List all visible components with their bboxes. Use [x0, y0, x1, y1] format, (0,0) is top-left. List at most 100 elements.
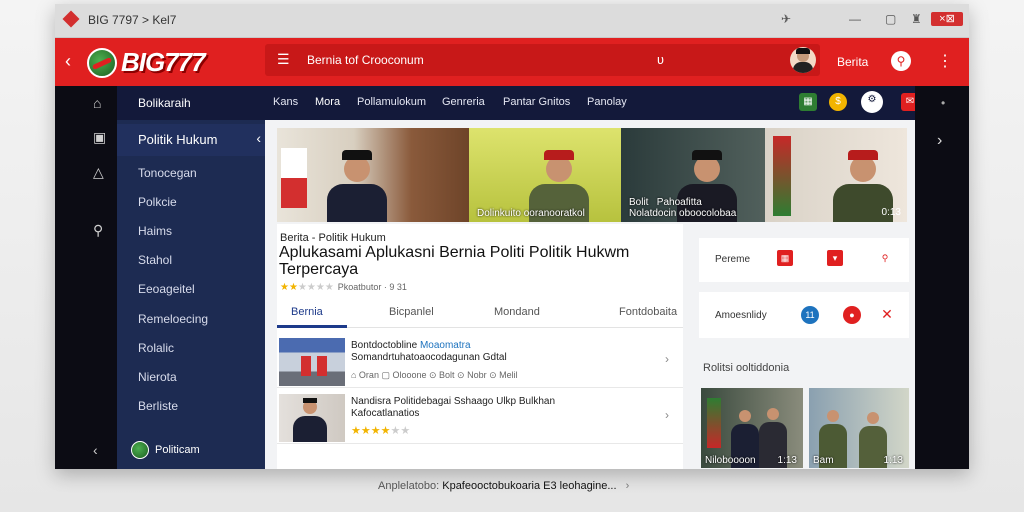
tab-bicpanlel[interactable]: Bicpanlel [389, 306, 434, 318]
flag-icon [281, 148, 307, 208]
list-item-meta: ⌂ Oran ▢ Olooone ⊙ Bolt ⊙ Nobr ⊙ Melil [351, 370, 518, 380]
avatar[interactable] [790, 47, 816, 73]
nav-item[interactable]: Kans [273, 96, 298, 108]
caption-text: Kpafeooctobukoaria E3 leohagine... [442, 480, 617, 492]
carousel-slide[interactable]: Dolinkuito ooranooratkol [469, 128, 621, 222]
list-item-subtitle: Kafocatlanatios [351, 408, 420, 419]
back-arrow-icon[interactable]: ‹ [65, 51, 71, 72]
bottom-caption[interactable]: Anplelatobo: Kpafeooctobukoaria E3 leoha… [378, 480, 629, 492]
logo-ball-icon [87, 47, 117, 78]
search-icon[interactable]: ⚲ [877, 250, 893, 266]
logo-ball-icon [131, 441, 149, 459]
top-nav: Kans Mora Pollamulokum Genreria Pantar G… [265, 86, 963, 120]
list-item[interactable]: Nandisra Politidebagai Sshaago Ulkp Bulk… [277, 392, 683, 444]
nav-item[interactable]: Pantar Gnitos [503, 96, 570, 108]
chevron-right-icon[interactable]: › [665, 352, 669, 366]
related-caption: Bam [813, 455, 834, 466]
list-item-title: Nandisra Politidebagai Sshaago Ulkp Bulk… [351, 396, 556, 407]
tab-mondand[interactable]: Mondand [494, 306, 540, 318]
mic-icon[interactable]: ʋ [657, 52, 664, 67]
widget-amoesnlidy[interactable]: Amoesnlidy 11 ● ✕ [699, 292, 909, 338]
article-tabs: Bernia Bicpanlel Mondand Fontdobaita [277, 294, 683, 328]
dot-icon: • [941, 96, 946, 110]
pin-icon[interactable]: ✈ [781, 12, 791, 26]
search-icon[interactable]: ⚲ [891, 51, 911, 71]
content-area: Dolinkuito ooranooratkol Bolit Pahoafitt… [265, 120, 915, 469]
slide-caption: Dolinkuito ooranooratkol [477, 208, 585, 219]
nav-item[interactable]: Panolay [587, 96, 627, 108]
chevron-right-icon[interactable]: › [665, 408, 669, 422]
carousel-slide[interactable]: 0:13 [765, 128, 907, 222]
related-count: 1:13 [777, 455, 797, 466]
flag-icon[interactable]: ▦ [799, 93, 817, 111]
minimize-button[interactable]: — [849, 12, 861, 26]
widget-label: Amoesnlidy [715, 310, 767, 321]
rating-stars: ★★★★★★ [351, 425, 411, 437]
hero-carousel[interactable]: Dolinkuito ooranooratkol Bolit Pahoafitt… [277, 128, 907, 222]
next-arrow-icon[interactable]: › [937, 132, 942, 150]
sidebar-item[interactable]: Remeloecing [138, 312, 208, 326]
widget-pereme[interactable]: Pereme ▦ ▾ ⚲ [699, 238, 909, 282]
main-area: Kans Mora Pollamulokum Genreria Pantar G… [265, 86, 969, 469]
logo-text: BIG777 [121, 47, 206, 77]
user-label[interactable]: Berita [837, 55, 868, 69]
sidebar-item[interactable]: Berliste [138, 399, 178, 413]
maximize-button[interactable]: ▢ [885, 12, 896, 26]
chevron-right-icon[interactable]: › [626, 480, 630, 492]
sidebar-top-label: Bolikaraih [138, 96, 191, 110]
sidebar-item[interactable]: Stahol [138, 253, 172, 267]
list-thumbnail [279, 394, 345, 442]
sidebar-footer[interactable]: Politicam [131, 441, 200, 459]
coin-icon[interactable]: $ [829, 93, 847, 111]
record-icon[interactable]: ● [843, 306, 861, 324]
brand-logo[interactable]: BIG777 [87, 47, 206, 78]
related-thumbnail[interactable]: Niloboooon 1:13 [701, 388, 803, 468]
sidebar-item[interactable]: Haims [138, 224, 172, 238]
hamburger-icon[interactable]: ☰ [277, 51, 290, 68]
tab-fontdobaita[interactable]: Fontdobaita [619, 306, 677, 318]
list-item[interactable]: Bontdoctobline Moaomatra Somandrtuhatoao… [277, 336, 683, 388]
search-icon[interactable]: ⚲ [93, 222, 103, 239]
widget-label: Pereme [715, 254, 751, 265]
list-item-subtitle: Somandrtuhatoaocodagunan Gdtal [351, 352, 507, 363]
nav-item[interactable]: Genreria [442, 96, 485, 108]
title-bar: BIG 7797 > Kel7 ✈ — ▢ ♜ ×⊠ [55, 4, 969, 38]
carousel-counter: 0:13 [881, 207, 901, 218]
home-icon[interactable]: ⌂ [93, 95, 101, 111]
nav-item[interactable]: Mora [315, 96, 340, 108]
rating-stars: ★★★★★★ Pkoatbutor · 9 31 [280, 282, 407, 293]
sidebar-item[interactable]: Nierota [138, 370, 177, 384]
carousel-slide[interactable] [277, 128, 469, 222]
more-icon[interactable]: ⋮ [937, 51, 953, 71]
collapse-icon[interactable]: ‹ [93, 442, 98, 458]
close-button[interactable]: ×⊠ [931, 12, 963, 26]
triangle-icon[interactable]: △ [93, 164, 104, 181]
search-bar[interactable]: ☰ Bernia tof Crooconum ʋ [265, 44, 820, 76]
chevron-left-icon[interactable]: ‹ [256, 130, 261, 146]
app-header: ‹ BIG777 ☰ Bernia tof Crooconum ʋ Berita… [55, 38, 969, 86]
sidebar-item[interactable]: Eeoageitel [138, 282, 195, 296]
sidebar-item[interactable]: Rolalic [138, 341, 174, 355]
sidebar: Bolikaraih Politik Hukum ‹ Tonocegan Pol… [117, 86, 265, 469]
window-icon[interactable]: ▣ [93, 129, 106, 146]
breadcrumb[interactable]: Berita - Politik Hukum [280, 232, 386, 244]
related-count: 1:13 [883, 455, 903, 466]
carousel-slide[interactable]: Bolit Pahoafitta Nolatdocin oboocolobaa [621, 128, 765, 222]
caption-muted: Anplelatobo: [378, 480, 440, 492]
grid-icon[interactable]: ▦ [777, 250, 793, 266]
emblem-icon[interactable]: ⚙ [861, 91, 883, 113]
page-title: Aplukasami Aplukasni Bernia Politi Polit… [279, 244, 630, 278]
close-icon[interactable]: ✕ [879, 306, 895, 322]
bookmark-icon[interactable]: ▾ [827, 250, 843, 266]
nav-item[interactable]: Pollamulokum [357, 96, 426, 108]
sidebar-item-active[interactable]: Politik Hukum ‹ [117, 124, 265, 156]
count-badge[interactable]: 11 [801, 306, 819, 324]
slide-caption: Bolit Pahoafitta Nolatdocin oboocolobaa [629, 197, 737, 219]
related-thumbnail[interactable]: Bam 1:13 [809, 388, 909, 468]
sidebar-item[interactable]: Tonocegan [138, 166, 197, 180]
app-window: BIG 7797 > Kel7 ✈ — ▢ ♜ ×⊠ ‹ BIG777 ☰ Be… [55, 4, 969, 469]
tab-bernia[interactable]: Bernia [291, 306, 323, 318]
sidebar-top[interactable]: Bolikaraih [117, 86, 265, 120]
sidebar-item[interactable]: Polkcie [138, 195, 177, 209]
tooth-icon[interactable]: ♜ [911, 12, 922, 26]
